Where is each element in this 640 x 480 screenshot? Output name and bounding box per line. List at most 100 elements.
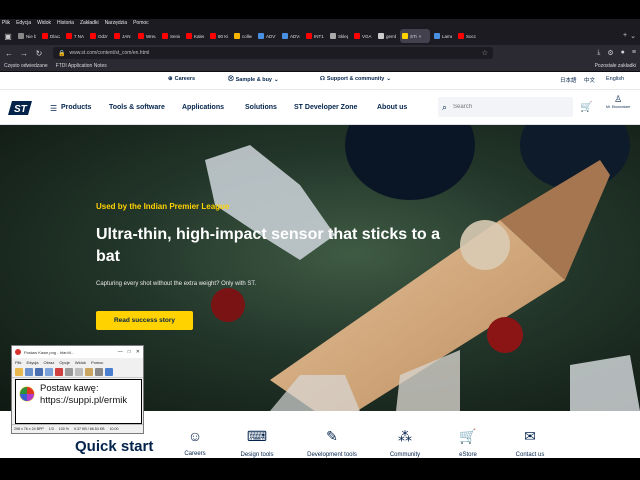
url-bar[interactable]: 🔒 www.st.com/content/st_com/en.html ☆ [53,47,493,59]
menu-help[interactable]: Pomoc [133,19,149,27]
slideshow-icon[interactable] [25,367,33,376]
menu-bookmarks[interactable]: Zakładki [80,19,99,27]
coffee-text-line1: Postaw kawę: [40,383,99,394]
lang-japanese[interactable]: 日本語 [560,76,577,84]
bookmark-frequent[interactable]: Często odwiedzane [4,63,48,69]
quickstart-dev-tools[interactable]: ✎ Development tools [302,428,362,458]
browser-tab[interactable]: VGA [352,29,374,43]
url-text[interactable]: www.st.com/content/st_com/en.html [69,50,149,56]
nav-dev-zone[interactable]: ST Developer Zone [294,104,357,111]
user-menu[interactable]: ♙ Mr. Ekonomizer [606,94,630,109]
cart-small-icon: ⛒ [228,76,234,82]
iv-menu-file[interactable]: Plik [15,360,21,365]
browser-tab[interactable]: ADV4 [280,29,302,43]
browser-tab[interactable]: Socce [456,29,478,43]
print-icon[interactable] [45,367,53,376]
browser-tab[interactable]: INT1 [304,29,326,43]
undo-icon[interactable] [95,367,103,376]
bookmark-ftdi[interactable]: FTDI Application Notes [56,63,107,69]
copy-icon[interactable] [75,367,83,376]
menu-tools[interactable]: Narzędzia [105,19,128,27]
browser-tab[interactable]: 80 Ki [208,29,230,43]
browser-tab[interactable]: ADV7 [256,29,278,43]
quickstart-design-tools[interactable]: ⌨ Design tools [227,428,287,458]
iv-menu-image[interactable]: Obraz [43,360,54,365]
search-input[interactable] [453,104,554,110]
iv-menu-help[interactable]: Pomoc [91,360,103,365]
browser-tab[interactable]: Senic [160,29,182,43]
tab-label: 7 NA [74,33,84,39]
nav-products[interactable]: Products [61,104,91,111]
lang-chinese[interactable]: 中文 [584,76,595,84]
tab-close-icon[interactable]: × [419,34,422,39]
browser-tab[interactable]: 7 NA [64,29,86,43]
info-icon[interactable] [105,367,113,376]
browser-tab[interactable]: Kalen [184,29,206,43]
iv-menu-edit[interactable]: Edycja [26,360,38,365]
maximize-icon[interactable]: □ [128,349,131,355]
quickstart-estore[interactable]: 🛒 eStore [438,428,498,458]
quickstart-label: Design tools [240,452,274,458]
cart-icon[interactable]: 🛒 [580,102,592,113]
bookmark-star-icon[interactable]: ☆ [482,49,488,57]
extension-icon[interactable]: ⚙ [607,49,613,57]
menu-icon[interactable]: ≡ [632,49,636,57]
browser-tab[interactable]: Lame [432,29,454,43]
browser-tab[interactable]: Wreu [136,29,158,43]
download-icon[interactable]: ⤓ [597,49,600,57]
new-tab-icon[interactable]: + [623,32,627,40]
design-tools-icon: ⌨ [246,428,268,444]
sample-buy-link[interactable]: ⛒ Sample & buy ⌄ [228,76,279,83]
back-icon[interactable]: ← [4,49,14,58]
menu-edit[interactable]: Edycja [16,19,31,27]
browser-tab[interactable]: JAN I [112,29,134,43]
careers-top-link[interactable]: ⊕ Careers [168,76,195,82]
save-icon[interactable] [35,367,43,376]
delete-icon[interactable] [55,367,63,376]
nav-about[interactable]: About us [377,104,407,111]
tab-list-icon[interactable]: ▣ [0,28,16,44]
lang-english[interactable]: English [606,76,624,82]
nav-tools[interactable]: Tools & software [109,104,165,111]
reload-icon[interactable]: ↻ [34,49,44,58]
browser-tab[interactable]: Sklep [328,29,350,43]
nav-applications[interactable]: Applications [182,104,224,111]
browser-tab[interactable]: Odzn [88,29,110,43]
irfanview-window[interactable]: Postaw Kawe.png - IrfanVi... — □ ✕ Plik … [11,345,144,434]
account-icon[interactable]: ● [621,49,625,57]
iv-menu-options[interactable]: Opcje [59,360,69,365]
read-success-story-button[interactable]: Read success story [96,311,193,330]
browser-tab[interactable]: Nie b [16,29,38,43]
forward-icon[interactable]: → [19,49,29,58]
minimize-icon[interactable]: — [118,349,123,355]
irfanview-titlebar[interactable]: Postaw Kawe.png - IrfanVi... — □ ✕ [12,346,143,358]
menu-file[interactable]: Plik [2,19,10,27]
menu-view[interactable]: Widok [37,19,51,27]
quickstart-careers[interactable]: ☺ Careers [165,428,225,457]
close-icon[interactable]: ✕ [136,349,140,355]
tab-label: Senic [170,33,180,39]
menu-history[interactable]: Historia [57,19,74,27]
site-search[interactable]: ⌕ [438,97,573,117]
chat-icon: ✉ [524,428,536,444]
support-link[interactable]: ☊ Support & community ⌄ [320,76,391,82]
browser-tab[interactable]: gemb [376,29,398,43]
tab-label: ADV7 [266,33,276,39]
search-icon[interactable]: ⌕ [442,102,447,113]
browser-tab[interactable]: STi × [400,29,430,43]
quickstart-contact[interactable]: ✉ Contact us [500,428,560,458]
browser-tab[interactable]: collec [232,29,254,43]
chevron-down-icon: ⌄ [386,76,391,82]
paste-icon[interactable] [85,367,93,376]
cut-icon[interactable] [65,367,73,376]
open-icon[interactable] [15,367,23,376]
iv-menu-view[interactable]: Widok [75,360,86,365]
tab-overflow-icon[interactable]: ⌄ [630,32,636,40]
browser-tab[interactable]: Dlacz [40,29,62,43]
quickstart-label: Contact us [515,452,545,458]
nav-solutions[interactable]: Solutions [245,104,277,111]
quickstart-community[interactable]: ⁂ Community [375,428,435,458]
hamburger-icon[interactable]: ☰ [50,104,57,113]
st-logo[interactable]: ST [8,101,32,115]
bookmark-other[interactable]: Pozostałe zakładki [595,63,636,69]
